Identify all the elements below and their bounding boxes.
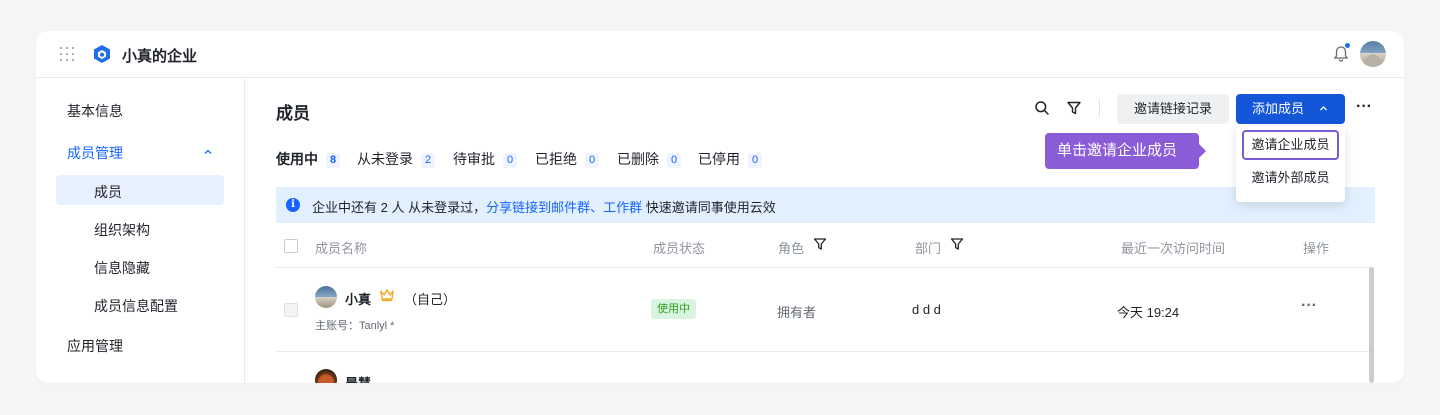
column-header-role: 角色 [778,241,805,256]
self-tag: （自己） [404,292,457,307]
tab-disabled[interactable]: 已停用 0 [698,149,763,169]
sidebar-selection-highlight [56,175,224,205]
member-last-visit: 今天 19:24 [1117,305,1180,320]
tab-count: 0 [748,153,763,168]
select-all-checkbox[interactable] [284,239,298,253]
sidebar-item-app-management[interactable]: 应用管理 [67,336,123,356]
sidebar-item-org-structure[interactable]: 组织架构 [94,220,150,240]
banner-prefix: 企业中还有 2 人 从未登录过， [312,200,487,215]
toolbar-divider [1099,99,1100,117]
banner-suffix: 快速邀请同事使用云效 [642,200,776,215]
tab-count: 0 [667,153,682,168]
invite-external-member-item[interactable]: 邀请外部成员 [1242,163,1339,193]
member-name[interactable]: 晨慧 [345,373,371,383]
column-header-actions: 操作 [1303,241,1330,256]
sidebar-item-members[interactable]: 成员 [94,182,122,202]
column-header-name: 成员名称 [315,241,368,256]
crown-icon [380,289,394,302]
chevron-up-icon[interactable] [202,146,214,158]
avatar [315,369,337,383]
chevron-up-icon [1320,106,1327,111]
tab-label: 使用中 [276,151,318,167]
tab-pending-approval[interactable]: 待审批 0 [453,149,518,169]
info-icon: i [286,198,300,212]
row-more-button[interactable]: ··· [1301,297,1317,315]
tab-active-members[interactable]: 使用中 8 [276,149,341,169]
invite-link-log-button[interactable]: 邀请链接记录 [1117,94,1229,124]
tab-count: 0 [503,153,518,168]
member-role: 拥有者 [777,305,817,320]
member-account: 主账号：Tanlyl * [315,320,395,332]
sidebar: 基本信息 成员管理 成员 组织架构 信息隐藏 成员信息配置 应用管理 [36,79,245,383]
tab-deleted[interactable]: 已删除 0 [617,149,682,169]
tab-rejected[interactable]: 已拒绝 0 [535,149,600,169]
table-header-divider [276,267,1375,268]
invite-internal-member-item[interactable]: 邀请企业成员 [1242,130,1339,160]
status-badge: 使用中 [651,299,696,319]
user-avatar[interactable] [1360,41,1386,67]
tab-never-logged-in[interactable]: 从未登录 2 [357,149,436,169]
member-name[interactable]: 小真 [345,289,371,308]
tab-label: 已停用 [698,151,740,167]
info-banner: i 企业中还有 2 人 从未登录过，分享链接到邮件群、工作群 快速邀请同事使用云… [276,187,1375,223]
tooltip-arrow [1199,144,1206,158]
top-bar: 小真的企业 [36,31,1404,78]
add-member-label: 添加成员 [1252,101,1305,116]
search-icon[interactable] [1034,100,1050,116]
notification-dot [1344,42,1351,49]
banner-text: 企业中还有 2 人 从未登录过，分享链接到邮件群、工作群 快速邀请同事使用云效 [312,197,776,216]
org-name[interactable]: 小真的企业 [122,45,197,66]
row-divider [276,351,1375,352]
tab-label: 从未登录 [357,151,413,167]
tab-label: 已删除 [617,151,659,167]
dept-filter-icon[interactable] [950,237,964,251]
role-filter-icon[interactable] [813,237,827,251]
tab-count: 8 [326,153,341,168]
table-scrollbar[interactable] [1369,267,1374,383]
avatar [315,286,337,308]
app-window: 小真的企业 基本信息 成员管理 成员 组织架构 信息隐藏 成员信息配置 应用管理… [36,31,1404,383]
more-options-button[interactable]: ··· [1356,98,1372,116]
sidebar-item-basic-info[interactable]: 基本信息 [67,101,123,121]
add-member-button[interactable]: 添加成员 [1236,94,1345,124]
tab-count: 2 [421,153,436,168]
row-checkbox[interactable] [284,303,298,317]
column-header-status: 成员状态 [653,241,706,256]
apps-grid-icon[interactable] [60,47,74,61]
sidebar-item-member-management[interactable]: 成员管理 [67,143,123,163]
column-header-dept: 部门 [915,241,942,256]
filter-icon[interactable] [1066,100,1082,116]
org-logo-icon [94,45,110,63]
sidebar-item-info-hiding[interactable]: 信息隐藏 [94,258,150,278]
sidebar-item-member-info-config[interactable]: 成员信息配置 [94,296,178,316]
instruction-tooltip: 单击邀请企业成员 [1045,133,1199,169]
member-dept: d d d [912,302,941,317]
add-member-dropdown: 邀请企业成员 邀请外部成员 [1236,127,1345,202]
share-link[interactable]: 分享链接到邮件群、工作群 [486,200,642,215]
tab-count: 0 [585,153,600,168]
page-title: 成员 [276,104,310,123]
tab-label: 待审批 [453,151,495,167]
tab-label: 已拒绝 [535,151,577,167]
column-header-last-visit: 最近一次访问时间 [1121,241,1226,256]
